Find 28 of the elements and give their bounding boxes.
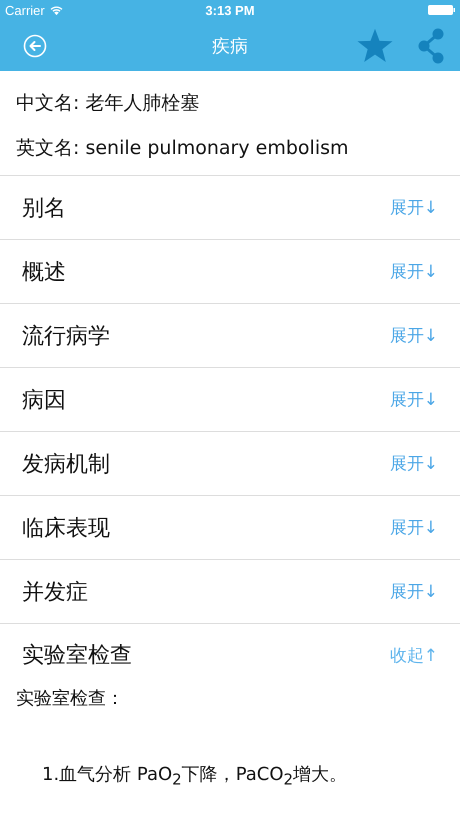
wifi-icon <box>48 4 64 16</box>
section-header[interactable]: 病因 展开↓ <box>0 368 460 432</box>
status-time: 3:13 PM <box>204 2 256 18</box>
nav-title: 疾病 <box>211 34 249 58</box>
section-title: 流行病学 <box>22 322 110 350</box>
section-title: 概述 <box>22 258 66 286</box>
section-header[interactable]: 概述 展开↓ <box>0 240 460 304</box>
section-title: 实验室检查 <box>22 642 132 670</box>
content-text: 1.血气分析 PaO$_{2}$下降，PaCO$_{2}$增大。 <box>42 763 348 789</box>
section-header[interactable]: 流行病学 展开↓ <box>0 304 460 368</box>
carrier-label: Carrier <box>5 2 45 18</box>
section-header[interactable]: 并发症 展开↓ <box>0 560 460 624</box>
battery-icon <box>428 5 455 15</box>
section-header[interactable]: 临床表现 展开↓ <box>0 496 460 560</box>
star-icon[interactable] <box>356 28 394 64</box>
section-header[interactable]: 实验室检查 收起↑ <box>0 624 460 686</box>
section-title: 临床表现 <box>22 514 110 542</box>
section-title: 别名 <box>22 194 66 222</box>
section-title: 并发症 <box>22 578 88 606</box>
back-icon[interactable] <box>23 34 47 58</box>
name-text: 英文名: senile pulmonary embolism <box>16 136 350 161</box>
section-title: 病因 <box>22 386 66 414</box>
name-text: 中文名: 老年人肺栓塞 <box>16 91 200 116</box>
section-header[interactable]: 发病机制 展开↓ <box>0 432 460 496</box>
share-icon[interactable] <box>418 28 444 64</box>
content-text: 实验室检查： <box>16 687 125 711</box>
section-header[interactable]: 别名 展开↓ <box>0 176 460 240</box>
section-title: 发病机制 <box>22 450 110 478</box>
